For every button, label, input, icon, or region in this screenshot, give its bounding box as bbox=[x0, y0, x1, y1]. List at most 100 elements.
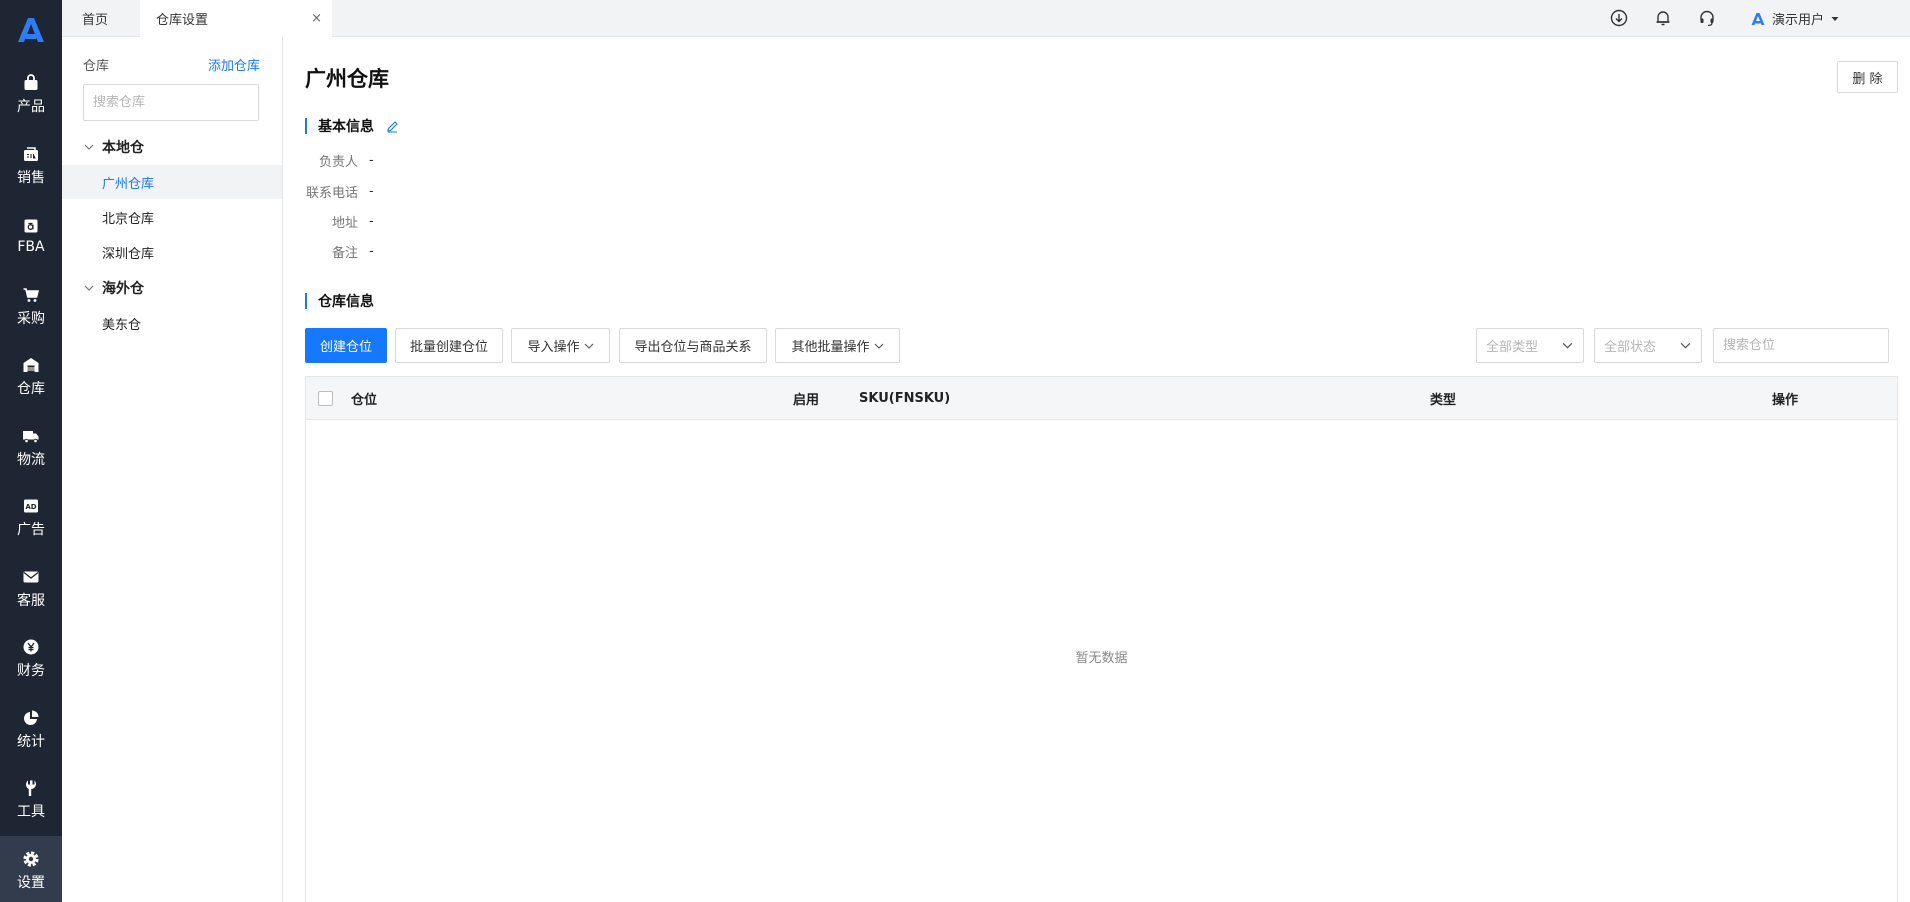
nav-item-warehouse[interactable]: 仓库 bbox=[0, 342, 62, 413]
tab-warehouse-settings[interactable]: 仓库设置 × bbox=[140, 0, 332, 37]
nav-item-settings[interactable]: 设置 bbox=[0, 835, 62, 902]
column-header-enabled: 启用 bbox=[793, 393, 820, 408]
amazon-icon bbox=[22, 217, 40, 235]
add-warehouse-link[interactable]: 添加仓库 bbox=[208, 55, 260, 74]
location-search bbox=[1713, 328, 1893, 363]
user-name: 演示用户 bbox=[1772, 13, 1825, 28]
field-label: 地址 bbox=[331, 215, 358, 231]
warehouse-item-label: 北京仓库 bbox=[102, 211, 155, 227]
field-phone: 联系电话 - bbox=[305, 182, 374, 201]
edit-icon[interactable] bbox=[386, 120, 399, 133]
warehouse-info-section-title: 仓库信息 bbox=[305, 293, 374, 310]
main-nav: 产品 销售 FBA 采购 仓库 物流 AD 广告 客服 财务 统计 工具 设置 bbox=[0, 0, 62, 902]
section-title-text: 仓库信息 bbox=[318, 294, 374, 310]
field-remark: 备注 - bbox=[305, 242, 374, 261]
field-label: 联系电话 bbox=[305, 185, 358, 201]
ad-icon: AD bbox=[22, 497, 40, 515]
headset-icon[interactable] bbox=[1698, 9, 1716, 27]
tab-home[interactable]: 首页 bbox=[82, 0, 108, 37]
nav-item-product[interactable]: 产品 bbox=[0, 60, 62, 131]
nav-item-sales[interactable]: 销售 bbox=[0, 131, 62, 202]
chevron-down-icon bbox=[874, 343, 883, 349]
nav-label: FBA bbox=[17, 239, 45, 256]
select-value: 全部状态 bbox=[1604, 340, 1657, 355]
column-header-type: 类型 bbox=[1430, 393, 1457, 408]
basic-info-section-title: 基本信息 bbox=[305, 118, 399, 135]
warehouse-item-beijing[interactable]: 北京仓库 bbox=[62, 200, 282, 234]
select-all-checkbox[interactable] bbox=[318, 391, 333, 406]
top-right-actions: 演示用户 bbox=[1610, 0, 1910, 37]
logo-icon bbox=[18, 18, 44, 42]
chevron-down-icon bbox=[1562, 342, 1573, 349]
page-title: 广州仓库 bbox=[305, 67, 389, 91]
main-content: 广州仓库 删 除 基本信息 负责人 - 联系电话 - 地址 - 备注 - 仓库信… bbox=[283, 37, 1910, 902]
user-menu[interactable]: 演示用户 bbox=[1750, 0, 1840, 37]
warehouse-item-guangzhou[interactable]: 广州仓库 bbox=[62, 165, 282, 199]
button-label: 导入操作 bbox=[527, 340, 580, 355]
nav-item-ads[interactable]: AD 广告 bbox=[0, 483, 62, 554]
column-header-actions: 操作 bbox=[1772, 393, 1799, 408]
warehouse-icon bbox=[22, 356, 40, 374]
type-filter-select[interactable]: 全部类型 bbox=[1476, 328, 1584, 363]
section-title-text: 基本信息 bbox=[318, 119, 374, 135]
field-label: 负责人 bbox=[318, 154, 358, 170]
group-label: 海外仓 bbox=[102, 281, 144, 297]
delete-button[interactable]: 删 除 bbox=[1837, 61, 1898, 93]
warehouse-search-input[interactable] bbox=[84, 85, 263, 120]
nav-label: 产品 bbox=[17, 99, 45, 116]
group-label: 本地仓 bbox=[102, 140, 144, 156]
batch-create-location-button[interactable]: 批量创建仓位 bbox=[395, 328, 503, 363]
button-label: 创建仓位 bbox=[319, 340, 372, 355]
status-filter-select[interactable]: 全部状态 bbox=[1594, 328, 1702, 363]
warehouse-item-shenzhen[interactable]: 深圳仓库 bbox=[62, 235, 282, 269]
nav-label: 财务 bbox=[17, 663, 45, 680]
nav-label: 广告 bbox=[17, 522, 45, 539]
nav-item-purchase[interactable]: 采购 bbox=[0, 272, 62, 343]
field-value: - bbox=[369, 183, 374, 199]
select-value: 全部类型 bbox=[1486, 340, 1539, 355]
pie-chart-icon bbox=[22, 709, 40, 727]
truck-icon bbox=[22, 427, 40, 445]
chevron-down-icon bbox=[84, 285, 94, 291]
download-icon[interactable] bbox=[1610, 9, 1628, 27]
create-location-button[interactable]: 创建仓位 bbox=[305, 328, 387, 363]
nav-item-logistics[interactable]: 物流 bbox=[0, 413, 62, 484]
nav-item-fba[interactable]: FBA bbox=[0, 201, 62, 272]
warehouse-sidebar-header: 仓库 添加仓库 bbox=[83, 55, 260, 74]
nav-label: 工具 bbox=[17, 804, 45, 821]
bell-icon[interactable] bbox=[1654, 9, 1672, 27]
app-logo[interactable] bbox=[0, 0, 62, 60]
export-location-product-button[interactable]: 导出仓位与商品关系 bbox=[619, 328, 767, 363]
nav-item-finance[interactable]: 财务 bbox=[0, 624, 62, 695]
nav-label: 设置 bbox=[17, 874, 45, 891]
warehouse-item-label: 深圳仓库 bbox=[102, 246, 155, 262]
table-empty-state: 暂无数据 bbox=[1075, 651, 1128, 666]
other-batch-dropdown-button[interactable]: 其他批量操作 bbox=[775, 328, 900, 363]
cart-icon bbox=[22, 286, 40, 304]
nav-label: 物流 bbox=[17, 451, 45, 468]
nav-label: 仓库 bbox=[17, 381, 45, 398]
warehouse-item-label: 美东仓 bbox=[102, 317, 142, 333]
field-label: 备注 bbox=[331, 245, 358, 261]
sell-icon bbox=[22, 145, 40, 163]
nav-item-service[interactable]: 客服 bbox=[0, 554, 62, 625]
tab-label: 首页 bbox=[82, 13, 109, 28]
app: 产品 销售 FBA 采购 仓库 物流 AD 广告 客服 财务 统计 工具 设置 … bbox=[0, 0, 1910, 902]
group-overseas-warehouse[interactable]: 海外仓 bbox=[62, 273, 282, 303]
nav-item-tools[interactable]: 工具 bbox=[0, 765, 62, 836]
caret-down-icon bbox=[1831, 16, 1839, 21]
column-header-sku: SKU(FNSKU) bbox=[859, 391, 951, 406]
button-label: 其他批量操作 bbox=[791, 340, 870, 355]
nav-item-stats[interactable]: 统计 bbox=[0, 695, 62, 766]
warehouse-item-us-east[interactable]: 美东仓 bbox=[62, 306, 282, 340]
wrench-icon bbox=[22, 779, 40, 797]
warehouse-sidebar-title: 仓库 bbox=[83, 59, 110, 74]
chevron-down-icon bbox=[1680, 342, 1691, 349]
tab-close-button[interactable]: × bbox=[311, 11, 322, 26]
nav-label: 销售 bbox=[17, 169, 45, 186]
location-search-input[interactable] bbox=[1714, 329, 1893, 362]
import-dropdown-button[interactable]: 导入操作 bbox=[511, 328, 610, 363]
table-header: 仓位 启用 SKU(FNSKU) 类型 操作 bbox=[306, 377, 1897, 420]
bag-icon bbox=[22, 74, 40, 92]
group-local-warehouse[interactable]: 本地仓 bbox=[62, 132, 282, 162]
